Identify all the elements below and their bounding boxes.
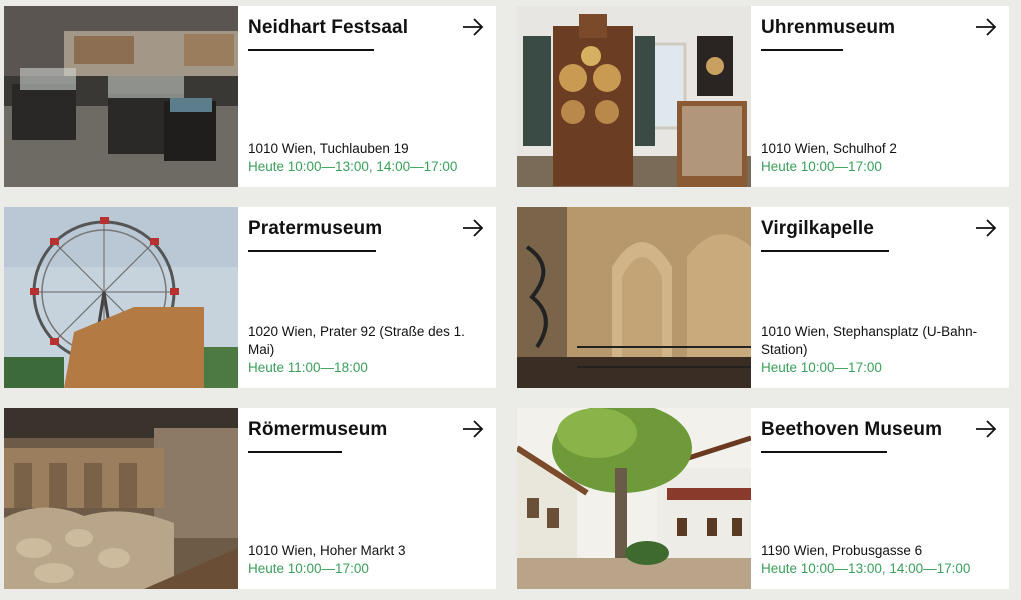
museum-card-neidhart-festsaal[interactable]: Neidhart Festsaal 1010 Wien, Tuchlauben … <box>4 6 496 187</box>
museum-hours: Heute 10:00—17:00 <box>761 360 882 375</box>
museum-hours: Heute 10:00—17:00 <box>248 561 369 576</box>
museum-card-virgilkapelle[interactable]: Virgilkapelle 1010 Wien, Stephansplatz (… <box>517 207 1009 388</box>
title-underline <box>248 49 374 51</box>
museum-photo <box>517 6 751 187</box>
arrow-right-icon[interactable] <box>462 18 484 36</box>
museum-address: 1010 Wien, Hoher Markt 3 <box>248 543 406 558</box>
museum-photo <box>517 207 751 388</box>
museum-address: 1190 Wien, Probusgasse 6 <box>761 543 923 558</box>
museum-hours: Heute 10:00—17:00 <box>761 159 882 174</box>
museum-address: 1010 Wien, Tuchlauben 19 <box>248 141 409 156</box>
museum-title: Beethoven Museum <box>761 419 943 440</box>
museum-hours: Heute 10:00—13:00, 14:00—17:00 <box>248 159 458 174</box>
museum-address: 1020 Wien, Prater 92 (Straße des 1. Mai) <box>248 324 465 357</box>
museum-card-beethoven-museum[interactable]: Beethoven Museum 1190 Wien, Probusgasse … <box>517 408 1009 589</box>
arrow-right-icon[interactable] <box>975 18 997 36</box>
museum-title: Uhrenmuseum <box>761 17 896 38</box>
title-underline <box>248 250 376 252</box>
arrow-right-icon[interactable] <box>462 420 484 438</box>
title-underline <box>761 451 887 453</box>
museum-photo <box>4 408 238 589</box>
museum-title: Römermuseum <box>248 419 388 440</box>
museum-photo <box>517 408 751 589</box>
title-underline <box>761 250 889 252</box>
museum-title: Pratermuseum <box>248 218 383 239</box>
title-underline <box>761 49 843 51</box>
title-underline <box>248 451 342 453</box>
museum-card-pratermuseum[interactable]: Pratermuseum 1020 Wien, Prater 92 (Straß… <box>4 207 496 388</box>
museum-hours: Heute 11:00—18:00 <box>248 360 368 375</box>
museum-address: 1010 Wien, Stephansplatz (U-Bahn-Station… <box>761 324 978 357</box>
museum-address: 1010 Wien, Schulhof 2 <box>761 141 897 156</box>
arrow-right-icon[interactable] <box>462 219 484 237</box>
museum-title: Virgilkapelle <box>761 218 874 239</box>
museum-hours: Heute 10:00—13:00, 14:00—17:00 <box>761 561 971 576</box>
arrow-right-icon[interactable] <box>975 420 997 438</box>
museum-photo <box>4 207 238 388</box>
museum-card-uhrenmuseum[interactable]: Uhrenmuseum 1010 Wien, Schulhof 2 Heute … <box>517 6 1009 187</box>
museum-photo <box>4 6 238 187</box>
museum-card-roemermuseum[interactable]: Römermuseum 1010 Wien, Hoher Markt 3 Heu… <box>4 408 496 589</box>
museum-title: Neidhart Festsaal <box>248 17 409 38</box>
arrow-right-icon[interactable] <box>975 219 997 237</box>
